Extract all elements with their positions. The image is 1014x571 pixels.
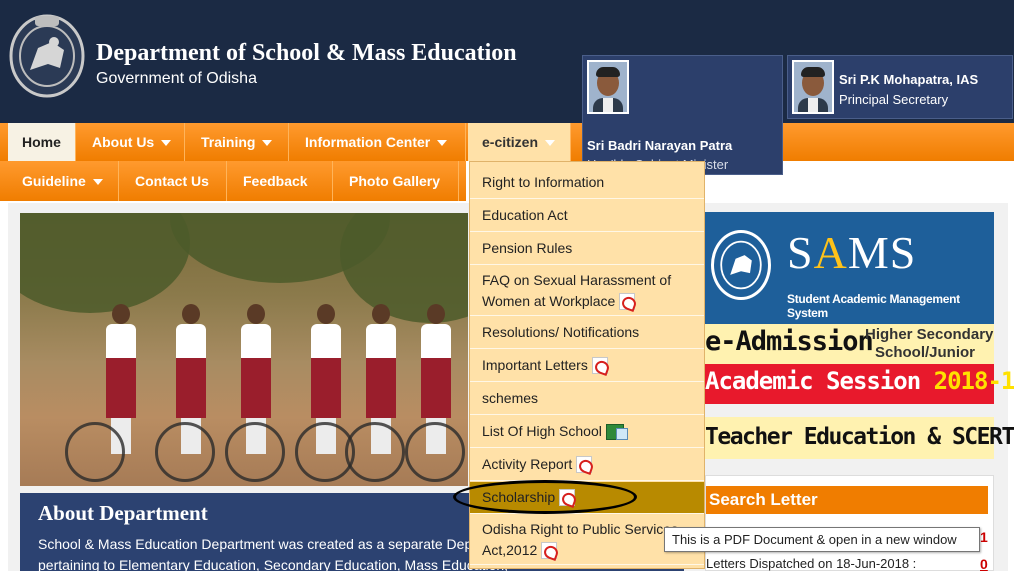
profile-name: Sri P.K Mohapatra, IAS [839,72,979,87]
dispatch-text: Letters Dispatched on 18-Jun-2018 : [706,556,917,571]
menu-item-label: Odisha Right to Public Services Act,2012 [482,520,679,558]
nav-label: Information Center [305,134,431,150]
sams-logo-a: A [813,227,848,278]
nav-item-contact-us[interactable]: Contact Us [121,161,227,201]
e-admission-title: e-Admission [705,326,874,357]
e-admission-banner[interactable]: e-Admission Higher Secondary School/Juni… [705,324,994,364]
banner-photo[interactable] [20,213,468,486]
nav-row-primary: Home About Us Training Information Cente… [0,123,1014,161]
menu-item-label: Pension Rules [482,240,573,256]
academic-session-text: Academic Session 2018-19 [705,367,1014,395]
profile-card-secretary[interactable]: Sri P.K Mohapatra, IAS Principal Secreta… [787,55,1013,119]
session-label: Academic Session [705,367,934,395]
nav-label: Photo Gallery [349,173,441,189]
nav-item-guideline[interactable]: Guideline [8,161,119,201]
search-letter-panel: Search Letter 1 Letters Dispatched on 18… [705,475,994,571]
menu-item-resolutions-notifications[interactable]: Resolutions/ Notifications [470,317,704,349]
excel-icon [605,423,628,440]
about-title: About Department [38,501,208,525]
menu-item-scholarship[interactable]: Scholarship [470,482,704,514]
caret-down-icon [92,179,103,186]
odisha-emblem-icon[interactable] [8,12,86,98]
pdf-icon [576,456,593,473]
nav-item-e-citizen[interactable]: e-citizen [468,123,571,161]
dispatch-count-link[interactable]: 0 [980,556,988,571]
nav-label: Guideline [22,173,86,189]
caret-down-icon [161,140,172,147]
nav-label: About Us [92,134,155,150]
menu-item-important-letters[interactable]: Important Letters [470,350,704,382]
menu-item-label: FAQ on Sexual Harassment of Women at Wor… [482,271,672,309]
profile-name: Sri Badri Narayan Patra [587,138,733,153]
menu-item-label: Activity Report [482,456,573,472]
nav-item-home[interactable]: Home [8,123,76,161]
pdf-tooltip: This is a PDF Document & open in a new w… [664,527,980,552]
pdf-icon [591,357,608,374]
academic-session-banner[interactable]: Academic Session 2018-19 [705,364,1014,404]
sams-subtitle: Student Academic Management System [787,292,960,320]
menu-item-pension-rules[interactable]: Pension Rules [470,233,704,265]
sams-banner[interactable]: SAMS Student Academic Management System [705,212,994,324]
nav-label: Home [22,134,61,150]
pdf-icon [559,489,576,506]
menu-item-activity-report[interactable]: Activity Report [470,449,704,481]
menu-item-label: Important Letters [482,357,588,373]
sams-logo-ms: MS [847,227,917,278]
caret-down-icon [437,140,448,147]
nav-label: Training [201,134,256,150]
e-admission-level-1: Higher Secondary [865,326,994,343]
nav-item-training[interactable]: Training [187,123,289,161]
caret-down-icon [545,140,556,147]
menu-item-right-to-information[interactable]: Right to Information [470,167,704,199]
menu-item-label: List Of High School [482,423,602,439]
e-admission-level-2: School/Junior [875,344,976,361]
nav-item-information-center[interactable]: Information Center [291,123,466,161]
caret-down-icon [262,140,273,147]
e-citizen-dropdown-menu: Right to Information Education Act Pensi… [469,161,705,569]
avatar [792,60,834,114]
pdf-icon [619,293,636,311]
menu-item-label: Right to Information [482,174,605,190]
menu-item-label: schemes [482,390,539,406]
menu-item-faq-sexual-harassment[interactable]: FAQ on Sexual Harassment of Women at Wor… [470,266,704,316]
nav-label: Contact Us [135,173,209,189]
odisha-seal-icon [711,230,771,300]
nav-label: e-citizen [482,134,539,150]
session-year: 2018-19 [933,367,1014,395]
letter-count[interactable]: 1 [980,529,988,545]
profile-card-minister[interactable]: Sri Badri Narayan Patra Hon'ble Cabinet … [582,55,783,175]
menu-item-label: Scholarship [482,489,556,505]
menu-item-list-of-high-school[interactable]: List Of High School [470,416,704,448]
menu-item-label: Education Act [482,207,568,223]
menu-item-education-act[interactable]: Education Act [470,200,704,232]
profile-role: Principal Secretary [839,92,949,107]
sams-logo-s: S [787,227,814,278]
pdf-icon [541,542,558,560]
site-subtitle: Government of Odisha [96,70,257,87]
menu-item-label: Resolutions/ Notifications [482,324,640,340]
search-letter-title: Search Letter [706,486,988,514]
site-title: Department of School & Mass Education [96,40,517,66]
nav-row-secondary: Guideline Contact Us Feedback Photo Gall… [0,161,466,201]
teacher-education-banner[interactable]: Teacher Education & SCERT [705,417,1014,459]
nav-item-about-us[interactable]: About Us [78,123,185,161]
avatar [587,60,629,114]
teacher-education-text: Teacher Education & SCERT [705,424,1014,450]
menu-item-schemes[interactable]: schemes [470,383,704,415]
nav-label: Feedback [243,173,308,189]
sams-logo: SAMS [787,226,916,279]
nav-item-photo-gallery[interactable]: Photo Gallery [335,161,459,201]
nav-item-feedback[interactable]: Feedback [229,161,333,201]
